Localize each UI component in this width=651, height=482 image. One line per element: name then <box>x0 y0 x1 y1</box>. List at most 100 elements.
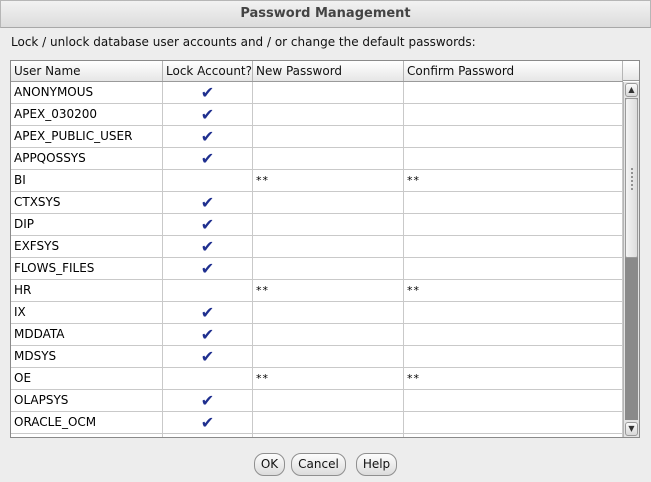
table-row[interactable]: DIP ✔ <box>11 214 623 236</box>
dialog-title-bar[interactable]: Password Management <box>0 0 651 28</box>
new-password-cell[interactable] <box>253 236 404 258</box>
lock-account-cell[interactable]: ✔ <box>163 214 253 236</box>
confirm-password-cell[interactable]: ** <box>404 368 623 390</box>
new-password-cell[interactable] <box>253 434 404 437</box>
lock-account-cell[interactable]: ✔ <box>163 412 253 434</box>
new-password-cell[interactable]: ** <box>253 280 404 302</box>
confirm-password-cell[interactable] <box>404 192 623 214</box>
checkmark-icon: ✔ <box>200 303 215 322</box>
table-row[interactable]: ANONYMOUS ✔ <box>11 82 623 104</box>
table-row[interactable]: OLAPSYS ✔ <box>11 390 623 412</box>
confirm-password-cell[interactable] <box>404 126 623 148</box>
new-password-cell[interactable] <box>253 412 404 434</box>
lock-account-cell[interactable]: ✔ <box>163 126 253 148</box>
help-button[interactable]: Help <box>355 453 398 476</box>
lock-account-cell[interactable]: ✔ <box>163 324 253 346</box>
header-corner <box>623 61 639 81</box>
table-row[interactable] <box>11 434 623 437</box>
confirm-password-cell[interactable] <box>404 236 623 258</box>
lock-account-cell[interactable]: ✔ <box>163 390 253 412</box>
table-row[interactable]: APPQOSSYS ✔ <box>11 148 623 170</box>
table-row[interactable]: ORACLE_OCM ✔ <box>11 412 623 434</box>
confirm-password-cell[interactable]: ** <box>404 170 623 192</box>
table-row[interactable]: APEX_PUBLIC_USER ✔ <box>11 126 623 148</box>
new-password-cell[interactable] <box>253 302 404 324</box>
new-password-cell[interactable] <box>253 214 404 236</box>
table-row[interactable]: MDDATA ✔ <box>11 324 623 346</box>
new-password-cell[interactable] <box>253 192 404 214</box>
dialog-buttons: OK Cancel Help <box>0 453 651 476</box>
checkmark-icon: ✔ <box>200 259 215 278</box>
table-row[interactable]: MDSYS ✔ <box>11 346 623 368</box>
table-row[interactable]: IX ✔ <box>11 302 623 324</box>
table-row[interactable]: APEX_030200 ✔ <box>11 104 623 126</box>
scrollbar-thumb[interactable] <box>625 98 638 258</box>
checkmark-icon: ✔ <box>200 391 215 410</box>
user-name-cell: BI <box>11 170 163 192</box>
user-name-cell: DIP <box>11 214 163 236</box>
scroll-up-arrow-icon[interactable]: ▲ <box>625 83 638 97</box>
confirm-password-cell[interactable] <box>404 258 623 280</box>
new-password-cell[interactable] <box>253 258 404 280</box>
table-row[interactable]: BI ** ** <box>11 170 623 192</box>
user-name-cell: APPQOSSYS <box>11 148 163 170</box>
column-header-lock-account[interactable]: Lock Account? <box>163 61 253 81</box>
confirm-password-cell[interactable] <box>404 346 623 368</box>
new-password-cell[interactable]: ** <box>253 368 404 390</box>
user-name-cell: MDSYS <box>11 346 163 368</box>
new-password-cell[interactable] <box>253 82 404 104</box>
column-header-user-name[interactable]: User Name <box>11 61 163 81</box>
checkmark-icon: ✔ <box>200 347 215 366</box>
new-password-cell[interactable] <box>253 104 404 126</box>
ok-button[interactable]: OK <box>253 453 286 476</box>
new-password-cell[interactable]: ** <box>253 170 404 192</box>
user-name-cell: IX <box>11 302 163 324</box>
user-name-cell: CTXSYS <box>11 192 163 214</box>
instruction-text: Lock / unlock database user accounts and… <box>11 35 476 49</box>
column-header-new-password[interactable]: New Password <box>253 61 404 81</box>
confirm-password-cell[interactable] <box>404 434 623 437</box>
lock-account-cell[interactable]: ✔ <box>163 192 253 214</box>
lock-account-cell[interactable] <box>163 170 253 192</box>
new-password-cell[interactable] <box>253 390 404 412</box>
table-row[interactable]: EXFSYS ✔ <box>11 236 623 258</box>
confirm-password-cell[interactable] <box>404 82 623 104</box>
user-name-cell: ORACLE_OCM <box>11 412 163 434</box>
user-name-cell: APEX_PUBLIC_USER <box>11 126 163 148</box>
checkmark-icon: ✔ <box>200 105 215 124</box>
confirm-password-cell[interactable] <box>404 214 623 236</box>
lock-account-cell[interactable] <box>163 434 253 437</box>
confirm-password-cell[interactable]: ** <box>404 280 623 302</box>
vertical-scrollbar[interactable]: ▲ ▼ <box>623 82 639 437</box>
scroll-down-arrow-icon[interactable]: ▼ <box>625 422 638 436</box>
table-row[interactable]: OE ** ** <box>11 368 623 390</box>
new-password-cell[interactable] <box>253 148 404 170</box>
password-table: User Name Lock Account? New Password Con… <box>10 60 640 438</box>
lock-account-cell[interactable]: ✔ <box>163 258 253 280</box>
confirm-password-cell[interactable] <box>404 302 623 324</box>
lock-account-cell[interactable]: ✔ <box>163 82 253 104</box>
confirm-password-cell[interactable] <box>404 104 623 126</box>
lock-account-cell[interactable]: ✔ <box>163 148 253 170</box>
confirm-password-cell[interactable] <box>404 390 623 412</box>
new-password-cell[interactable] <box>253 346 404 368</box>
confirm-password-cell[interactable] <box>404 324 623 346</box>
confirm-password-cell[interactable] <box>404 148 623 170</box>
lock-account-cell[interactable]: ✔ <box>163 236 253 258</box>
new-password-cell[interactable] <box>253 126 404 148</box>
table-body: ANONYMOUS ✔ APEX_030200 ✔ APEX_PUBLIC_USER ✔ A… <box>11 82 623 437</box>
confirm-password-cell[interactable] <box>404 412 623 434</box>
column-header-confirm-password[interactable]: Confirm Password <box>404 61 623 81</box>
user-name-cell: OLAPSYS <box>11 390 163 412</box>
new-password-cell[interactable] <box>253 324 404 346</box>
lock-account-cell[interactable]: ✔ <box>163 104 253 126</box>
lock-account-cell[interactable]: ✔ <box>163 302 253 324</box>
table-row[interactable]: HR ** ** <box>11 280 623 302</box>
lock-account-cell[interactable]: ✔ <box>163 346 253 368</box>
table-row[interactable]: FLOWS_FILES ✔ <box>11 258 623 280</box>
lock-account-cell[interactable] <box>163 280 253 302</box>
table-row[interactable]: CTXSYS ✔ <box>11 192 623 214</box>
cancel-button[interactable]: Cancel <box>291 453 346 476</box>
lock-account-cell[interactable] <box>163 368 253 390</box>
user-name-cell: FLOWS_FILES <box>11 258 163 280</box>
